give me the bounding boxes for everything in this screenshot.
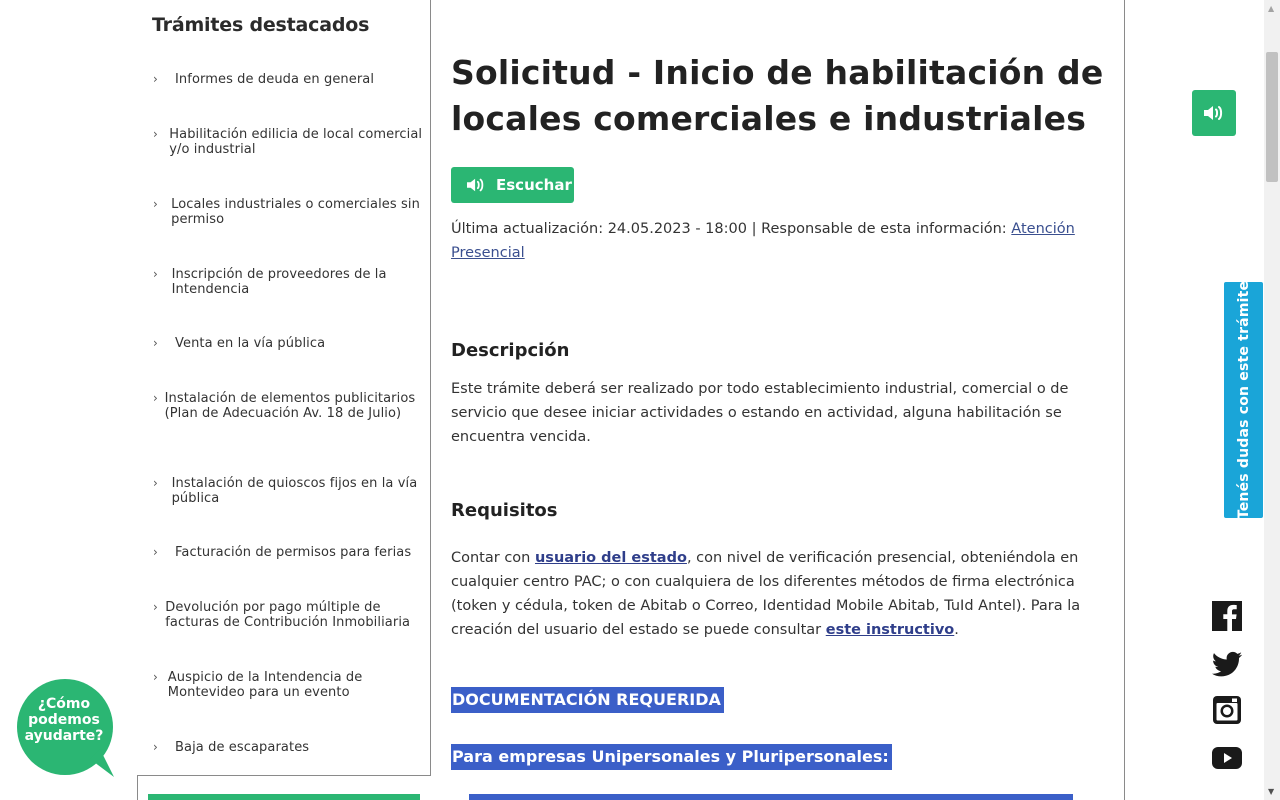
doubts-feedback-tab[interactable]: ¿Tenés dudas con este trámite? <box>1224 272 1263 528</box>
sidebar-item-label: Instalación de quioscos fijos en la vía … <box>171 476 418 506</box>
requirements-heading: Requisitos <box>451 500 558 521</box>
description-heading: Descripción <box>451 340 570 361</box>
update-info: Última actualización: 24.05.2023 - 18:00… <box>451 217 1111 265</box>
requirements-text-part: . <box>954 622 959 638</box>
sidebar-item-auspicio-evento[interactable]: › Auspicio de la Intendencia de Montevid… <box>153 670 423 700</box>
sidebar-item-inscripcion-proveedores[interactable]: › Inscripción de proveedores de la Inten… <box>153 267 423 297</box>
listen-button[interactable]: Escuchar <box>451 167 574 203</box>
chevron-right-icon: › <box>153 127 158 141</box>
chevron-right-icon: › <box>153 267 158 281</box>
sidebar-item-label: Instalación de elementos publicitarios (… <box>164 391 416 421</box>
sidebar-item-label: Inscripción de proveedores de la Intende… <box>171 267 387 297</box>
page-scrollbar[interactable]: ▲ ▼ <box>1264 0 1280 800</box>
sidebar-item-elementos-publicitarios[interactable]: › Instalación de elementos publicitarios… <box>153 391 423 421</box>
chevron-right-icon: › <box>153 545 158 559</box>
chevron-right-icon: › <box>153 600 158 614</box>
listen-label: Escuchar <box>496 176 572 194</box>
sidebar-item-facturacion-ferias[interactable]: › Facturación de permisos para ferias <box>153 545 423 560</box>
sidebar-item-baja-escaparates[interactable]: › Baja de escaparates <box>153 740 423 755</box>
floating-audio-button[interactable] <box>1192 90 1236 136</box>
sidebar-item-venta-via-publica[interactable]: › Venta en la vía pública <box>153 336 423 351</box>
scrollbar-thumb[interactable] <box>1266 52 1278 182</box>
sidebar-item-habilitacion-edilicia[interactable]: › Habilitación edilicia de local comerci… <box>153 127 423 157</box>
requirements-text-part: Contar con <box>451 550 535 566</box>
sidebar-item-label: Devolución por pago múltiple de facturas… <box>165 600 411 630</box>
chevron-right-icon: › <box>153 197 158 211</box>
usuario-estado-link[interactable]: usuario del estado <box>535 550 687 566</box>
chevron-right-icon: › <box>153 391 158 405</box>
chevron-right-icon: › <box>153 740 158 754</box>
description-text: Este trámite deberá ser realizado por to… <box>451 381 1069 445</box>
sidebar-item-label: Facturación de permisos para ferias <box>175 545 412 560</box>
facebook-icon[interactable] <box>1211 600 1243 632</box>
sidebar-item-locales-sin-permiso[interactable]: › Locales industriales o comerciales sin… <box>153 197 423 227</box>
chevron-right-icon: › <box>153 336 158 350</box>
scroll-up-arrow-icon[interactable]: ▲ <box>1268 4 1274 13</box>
sidebar-item-label: Habilitación edilicia de local comercial… <box>169 127 423 157</box>
youtube-icon[interactable] <box>1211 742 1243 774</box>
sidebar-item-label: Informes de deuda en general <box>175 72 375 87</box>
sidebar-item-informes-deuda[interactable]: › Informes de deuda en general <box>153 72 423 87</box>
help-bubble-label[interactable]: ¿Cómo podemos ayudarte? <box>16 696 112 744</box>
instagram-icon[interactable] <box>1211 694 1243 726</box>
chevron-right-icon: › <box>153 72 158 86</box>
sidebar-green-bar <box>148 794 420 800</box>
doubts-tab-label: ¿Tenés dudas con este trámite? <box>1235 272 1252 528</box>
sidebar-title: Trámites destacados <box>152 14 370 36</box>
sidebar-item-label: Venta en la vía pública <box>175 336 326 351</box>
scroll-down-arrow-icon[interactable]: ▼ <box>1268 787 1274 796</box>
sidebar-item-label: Baja de escaparates <box>175 740 310 755</box>
instructivo-link[interactable]: este instructivo <box>826 622 955 638</box>
update-info-text: Última actualización: 24.05.2023 - 18:00… <box>451 221 1012 237</box>
requirements-text: Contar con usuario del estado, con nivel… <box>451 546 1106 642</box>
chevron-right-icon: › <box>153 670 158 684</box>
speaker-icon <box>1204 106 1223 120</box>
sidebar-item-devolucion-pago[interactable]: › Devolución por pago múltiple de factur… <box>153 600 423 630</box>
documentation-heading: DOCUMENTACIÓN REQUERIDA <box>451 687 724 713</box>
documentation-subheading: Para empresas Unipersonales y Pluriperso… <box>451 744 892 770</box>
sidebar-item-label: Auspicio de la Intendencia de Montevideo… <box>167 670 363 700</box>
page-title: Solicitud - Inicio de habilitación de lo… <box>451 53 1104 138</box>
sidebar-item-label: Locales industriales o comerciales sin p… <box>171 197 420 227</box>
chevron-right-icon: › <box>153 476 158 490</box>
speaker-icon <box>467 178 484 192</box>
featured-procedures-sidebar: Trámites destacados › Informes de deuda … <box>137 0 431 776</box>
sidebar-item-quioscos-fijos[interactable]: › Instalación de quioscos fijos en la ví… <box>153 476 423 506</box>
twitter-icon[interactable] <box>1211 648 1243 680</box>
documentation-list-item-highlight <box>469 794 1073 800</box>
